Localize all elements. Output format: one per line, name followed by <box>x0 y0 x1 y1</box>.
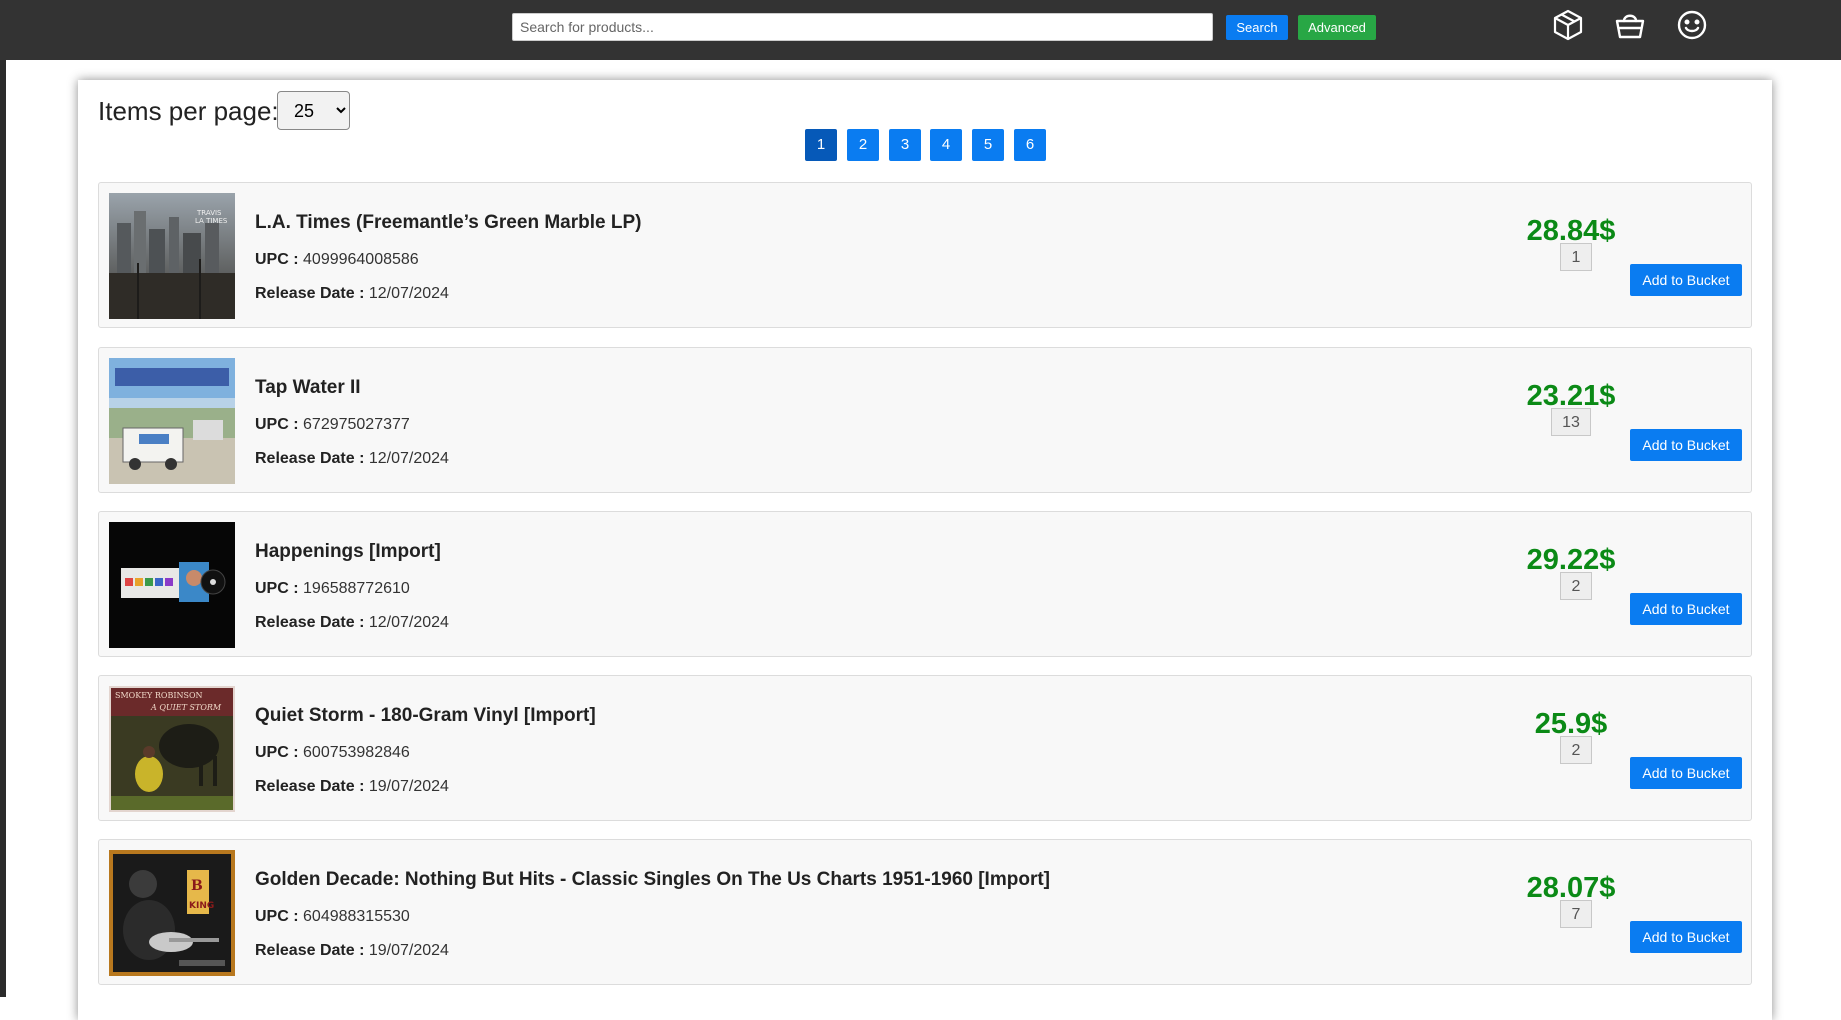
product-image[interactable]: TRAVIS LA TIMES <box>109 193 235 319</box>
svg-text:B: B <box>191 878 203 894</box>
page-button-5[interactable]: 5 <box>972 129 1004 161</box>
product-title: Happenings [Import] <box>255 541 441 562</box>
add-to-bucket-button[interactable]: Add to Bucket <box>1630 429 1742 461</box>
product-item: Tap Water II UPC : 672975027377 Release … <box>98 347 1752 493</box>
product-release-date: Release Date : 19/07/2024 <box>255 942 449 959</box>
add-to-bucket-button[interactable]: Add to Bucket <box>1630 757 1742 789</box>
product-title: Golden Decade: Nothing But Hits - Classi… <box>255 869 1050 890</box>
page-button-2[interactable]: 2 <box>847 129 879 161</box>
product-list-card: Items per page: 25 1 2 3 4 5 6 TRAVIS LA… <box>78 80 1772 1020</box>
page-button-4[interactable]: 4 <box>930 129 962 161</box>
search-input[interactable] <box>512 13 1213 41</box>
product-price: 25.9$ <box>1534 708 1608 740</box>
add-to-bucket-button[interactable]: Add to Bucket <box>1630 593 1742 625</box>
product-image[interactable]: B KING <box>109 850 235 976</box>
product-price: 23.21$ <box>1526 380 1616 412</box>
product-upc: UPC : 4099964008586 <box>255 251 419 268</box>
product-item: Happenings [Import] UPC : 196588772610 R… <box>98 511 1752 657</box>
product-title: Quiet Storm - 180-Gram Vinyl [Import] <box>255 705 596 726</box>
product-upc: UPC : 672975027377 <box>255 416 410 433</box>
product-release-date: Release Date : 12/07/2024 <box>255 450 449 467</box>
box-icon[interactable] <box>1551 8 1585 42</box>
items-per-page-label: Items per page: <box>98 96 279 126</box>
add-to-bucket-button[interactable]: Add to Bucket <box>1630 921 1742 953</box>
product-upc: UPC : 196588772610 <box>255 580 410 597</box>
items-per-page-select[interactable]: 25 <box>277 91 350 130</box>
window-edge <box>0 0 6 997</box>
product-release-date: Release Date : 12/07/2024 <box>255 285 449 302</box>
advanced-search-button[interactable]: Advanced <box>1298 15 1376 40</box>
svg-text:KING: KING <box>189 901 214 911</box>
svg-text:A QUIET STORM: A QUIET STORM <box>150 703 222 712</box>
top-navbar: Search Advanced <box>0 0 1841 60</box>
product-title: L.A. Times (Freemantle’s Green Marble LP… <box>255 212 642 233</box>
product-release-date: Release Date : 12/07/2024 <box>255 614 449 631</box>
page-button-1[interactable]: 1 <box>805 129 837 161</box>
product-image[interactable]: SMOKEY ROBINSON A QUIET STORM <box>109 686 235 812</box>
add-to-bucket-button[interactable]: Add to Bucket <box>1630 264 1742 296</box>
product-item: TRAVIS LA TIMES L.A. Times (Freemantle’s… <box>98 182 1752 328</box>
product-release-date: Release Date : 19/07/2024 <box>255 778 449 795</box>
product-price: 28.07$ <box>1526 872 1616 904</box>
product-title: Tap Water II <box>255 377 361 398</box>
page-button-6[interactable]: 6 <box>1014 129 1046 161</box>
page-button-3[interactable]: 3 <box>889 129 921 161</box>
product-image[interactable] <box>109 522 235 648</box>
product-upc: UPC : 604988315530 <box>255 908 410 925</box>
product-price: 29.22$ <box>1526 544 1616 576</box>
svg-text:LA TIMES: LA TIMES <box>195 217 228 225</box>
product-item: SMOKEY ROBINSON A QUIET STORM Quiet Stor… <box>98 675 1752 821</box>
svg-text:SMOKEY ROBINSON: SMOKEY ROBINSON <box>115 691 203 700</box>
product-price: 28.84$ <box>1526 215 1616 247</box>
product-upc: UPC : 600753982846 <box>255 744 410 761</box>
svg-text:TRAVIS: TRAVIS <box>196 209 222 217</box>
basket-icon[interactable] <box>1613 8 1647 42</box>
search-button[interactable]: Search <box>1226 15 1288 40</box>
product-image[interactable] <box>109 358 235 484</box>
smiley-icon[interactable] <box>1675 8 1709 42</box>
product-item: B KING Golden Decade: Nothing But Hits -… <box>98 839 1752 985</box>
